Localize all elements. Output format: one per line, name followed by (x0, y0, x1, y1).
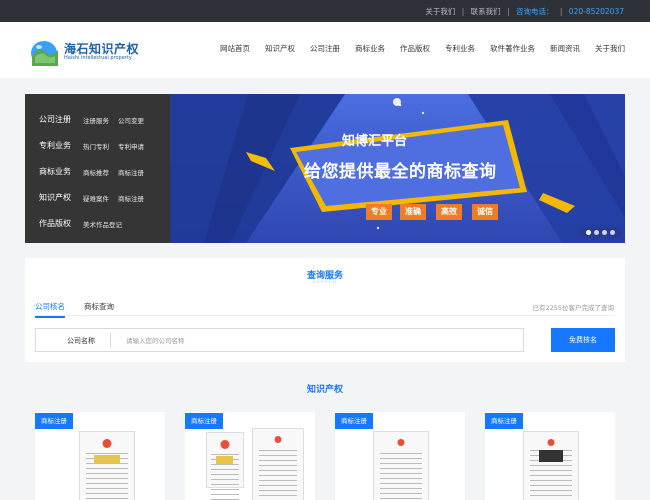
site-logo[interactable]: 海石知识产权 Haishi intellectual property (30, 36, 140, 68)
top-utility-bar: 关于我们 | 联系我们 | 咨询电话： | 020-85202037 (0, 0, 650, 22)
tab-trademark-search[interactable]: 商标查询 (84, 301, 114, 312)
search-service-panel: 查询服务 SEARCH 公司核名 商标查询 已有2255位客户完成了查询 公司名… (25, 258, 625, 362)
banner-heading-platform: 知博汇平台 (342, 134, 408, 149)
certificate-image (79, 431, 135, 500)
banner-chip-professional: 专业 (366, 204, 392, 220)
nav-trademark[interactable]: 商标业务 (355, 43, 385, 54)
company-name-input[interactable] (126, 333, 486, 348)
contact-link[interactable]: 联系我们 (471, 6, 501, 17)
menu-row-patent: 专利业务 热门专利 专利申请 (25, 136, 170, 156)
menu-item-company-change[interactable]: 公司变更 (118, 115, 144, 125)
carousel-dot-3[interactable] (602, 230, 607, 235)
nav-about[interactable]: 关于我们 (595, 43, 625, 54)
nav-company-registration[interactable]: 公司注册 (310, 43, 340, 54)
card-tag: 商标注册 (185, 413, 223, 429)
menu-item-trademark-recommend[interactable]: 商标推荐 (83, 167, 109, 177)
nav-ip[interactable]: 知识产权 (265, 43, 295, 54)
ip-service-card[interactable]: 商标注册 (35, 412, 165, 500)
search-section-subtitle: SEARCH (312, 280, 338, 285)
menu-item-difficult-cases[interactable]: 疑难案件 (83, 193, 109, 203)
menu-item-registration-service[interactable]: 注册服务 (83, 115, 109, 125)
card-tag: 商标注册 (485, 413, 523, 429)
menu-category-patent[interactable]: 专利业务 (39, 140, 71, 151)
certificate-image (523, 431, 579, 500)
hero-section: 公司注册 注册服务 公司变更 专利业务 热门专利 专利申请 商标业务 商标推荐 … (25, 94, 625, 243)
card-tag: 商标注册 (35, 413, 73, 429)
nav-home[interactable]: 网站首页 (220, 43, 250, 54)
menu-row-ip: 知识产权 疑难案件 商标注册 (25, 188, 170, 208)
top-links: 关于我们 | 联系我们 | 咨询电话： | 020-85202037 (425, 6, 624, 17)
promo-banner[interactable]: 知博汇平台 给您提供最全的商标查询 专业 准确 高效 诚信 (170, 94, 625, 243)
banner-chip-efficient: 高效 (436, 204, 462, 220)
separator: | (559, 7, 563, 16)
menu-item-hot-patent[interactable]: 热门专利 (83, 141, 109, 151)
service-category-menu: 公司注册 注册服务 公司变更 专利业务 热门专利 专利申请 商标业务 商标推荐 … (25, 94, 170, 243)
menu-row-trademark: 商标业务 商标推荐 商标注册 (25, 162, 170, 182)
carousel-dot-2[interactable] (594, 230, 599, 235)
logo-mark-icon (31, 41, 58, 66)
company-name-label: 公司名称 (67, 337, 95, 345)
menu-category-copyright[interactable]: 作品版权 (39, 218, 71, 229)
carousel-dot-4[interactable] (610, 230, 615, 235)
certificate-image (206, 432, 244, 500)
field-divider (110, 333, 111, 348)
nav-copyright[interactable]: 作品版权 (400, 43, 430, 54)
site-header: 海石知识产权 Haishi intellectual property 网站首页… (0, 22, 650, 78)
menu-category-trademark[interactable]: 商标业务 (39, 166, 71, 177)
card-tag: 商标注册 (335, 413, 373, 429)
served-customers-text: 已有2255位客户完成了查询 (532, 304, 614, 312)
certificate-image (373, 431, 429, 500)
separator: | (461, 7, 465, 16)
nav-news[interactable]: 新闻资讯 (550, 43, 580, 54)
ip-service-card[interactable]: 商标注册 (335, 412, 465, 500)
menu-category-ip[interactable]: 知识产权 (39, 192, 71, 203)
banner-chip-accurate: 准确 (400, 204, 426, 220)
menu-row-copyright: 作品版权 美术作品登记 (25, 214, 170, 234)
separator: | (507, 7, 510, 16)
ip-service-card[interactable]: 商标注册 (485, 412, 615, 500)
menu-item-ip-trademark-registration[interactable]: 商标注册 (118, 193, 144, 203)
company-search-box: 公司名称 (35, 328, 524, 352)
menu-item-patent-application[interactable]: 专利申请 (118, 141, 144, 151)
carousel-indicators (579, 227, 622, 238)
consult-phone-number: 020-85202037 (568, 7, 624, 16)
consult-phone-label: 咨询电话： (515, 7, 554, 16)
ip-service-card[interactable]: 商标注册 (185, 412, 315, 500)
ip-section-title: 知识产权 (306, 385, 343, 395)
banner-heading-slogan: 给您提供最全的商标查询 (304, 162, 497, 182)
about-link[interactable]: 关于我们 (425, 6, 455, 17)
banner-chip-integrity: 诚信 (472, 204, 498, 220)
nav-patent[interactable]: 专利业务 (445, 43, 475, 54)
menu-category-company[interactable]: 公司注册 (39, 114, 71, 125)
tab-divider (35, 315, 615, 316)
menu-row-company: 公司注册 注册服务 公司变更 (25, 110, 170, 130)
free-name-check-button[interactable]: 免费核名 (551, 328, 615, 352)
menu-item-trademark-registration[interactable]: 商标注册 (118, 167, 144, 177)
main-nav: 网站首页 知识产权 公司注册 商标业务 作品版权 专利业务 软件著作业务 新闻资… (220, 43, 625, 54)
logo-name-en: Haishi intellectual property (64, 55, 132, 61)
certificate-image (252, 428, 304, 500)
menu-item-artwork-registration[interactable]: 美术作品登记 (83, 219, 122, 229)
nav-software-copyright[interactable]: 软件著作业务 (490, 43, 535, 54)
carousel-dot-1[interactable] (586, 230, 591, 235)
